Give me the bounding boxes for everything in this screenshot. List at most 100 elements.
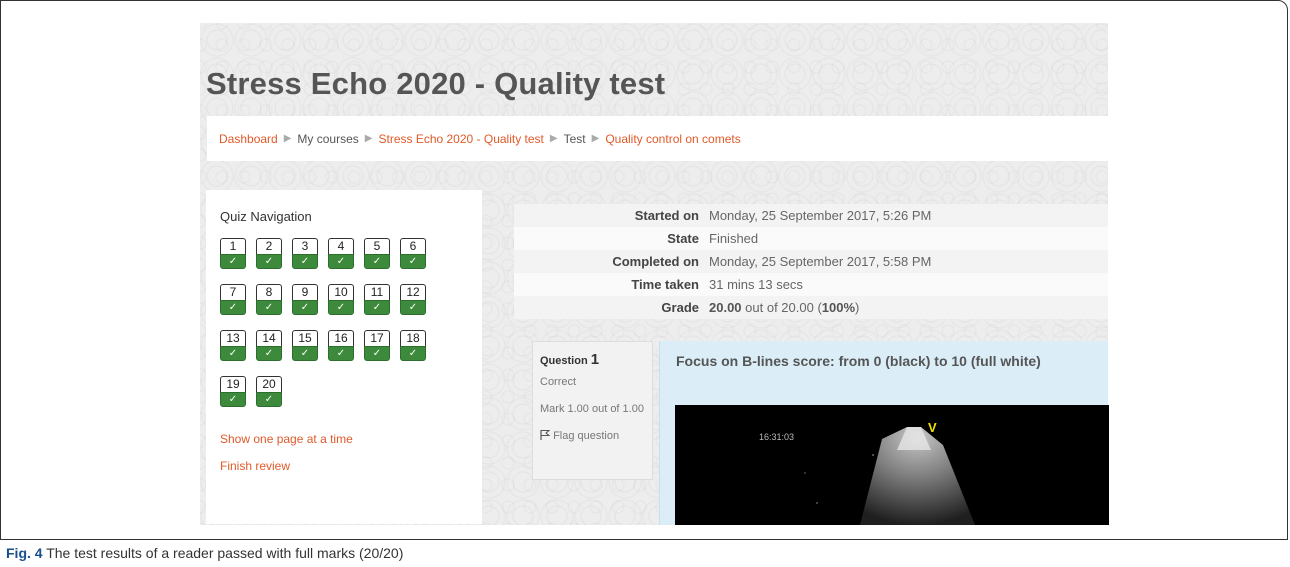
summary-row: Started on Monday, 25 September 2017, 5:… <box>514 204 1108 227</box>
grade-percent: 100% <box>821 300 856 315</box>
quiz-nav-button-3[interactable]: 3 ✓ <box>292 238 320 270</box>
breadcrumb-quiz[interactable]: Quality control on comets <box>605 132 740 146</box>
quiz-nav-number: 7 <box>220 284 246 300</box>
checkmark-icon: ✓ <box>256 300 282 315</box>
quiz-nav-number: 12 <box>400 284 426 300</box>
quiz-nav-number: 6 <box>400 238 426 254</box>
quiz-nav-button-15[interactable]: 15 ✓ <box>292 330 320 362</box>
quiz-nav-number: 20 <box>256 376 282 392</box>
checkmark-icon: ✓ <box>220 346 246 361</box>
quiz-nav-number: 3 <box>292 238 318 254</box>
breadcrumb-separator-icon: ▶ <box>283 133 292 144</box>
breadcrumb-course[interactable]: Stress Echo 2020 - Quality test <box>378 132 543 146</box>
summary-row: Time taken 31 mins 13 secs <box>514 273 1108 296</box>
question-status: Correct <box>540 376 577 388</box>
summary-value: Monday, 25 September 2017, 5:26 PM <box>704 204 1108 227</box>
quiz-nav-button-14[interactable]: 14 ✓ <box>256 330 284 362</box>
checkmark-icon: ✓ <box>400 346 426 361</box>
summary-label: Started on <box>514 204 704 227</box>
quiz-navigation-block: Quiz Navigation 1 ✓ 2 ✓ 3 ✓ 4 ✓ 5 ✓ 6 ✓ 7 ✓ 8 ✓ 9 ✓ 10 ✓ 11 ✓… <box>206 190 482 524</box>
echo-timestamp: 16:31:03 <box>759 432 795 442</box>
quiz-nav-number: 13 <box>220 330 246 346</box>
page-title: Stress Echo 2020 - Quality test <box>206 66 666 101</box>
quiz-nav-number: 5 <box>364 238 390 254</box>
quiz-nav-button-12[interactable]: 12 ✓ <box>400 284 428 316</box>
checkmark-icon: ✓ <box>256 254 282 269</box>
summary-label: State <box>514 227 704 250</box>
quiz-nav-button-2[interactable]: 2 ✓ <box>256 238 284 270</box>
checkmark-icon: ✓ <box>400 254 426 269</box>
flag-icon <box>540 430 551 440</box>
quiz-nav-number: 8 <box>256 284 282 300</box>
quiz-nav-button-1[interactable]: 1 ✓ <box>220 238 248 270</box>
flag-question-button[interactable]: Flag question <box>540 429 645 442</box>
quiz-navigation-title: Quiz Navigation <box>220 209 312 224</box>
quiz-nav-button-6[interactable]: 6 ✓ <box>400 238 428 270</box>
quiz-nav-number: 1 <box>220 238 246 254</box>
breadcrumb-separator-icon: ▶ <box>591 133 600 144</box>
grade-score: 20.00 <box>709 300 742 315</box>
quiz-nav-button-10[interactable]: 10 ✓ <box>328 284 356 316</box>
summary-value: 31 mins 13 secs <box>704 273 1108 296</box>
checkmark-icon: ✓ <box>256 392 282 407</box>
attempt-summary-table: Started on Monday, 25 September 2017, 5:… <box>514 204 1108 319</box>
quiz-nav-number: 11 <box>364 284 390 300</box>
quiz-nav-number: 14 <box>256 330 282 346</box>
summary-value: Monday, 25 September 2017, 5:58 PM <box>704 250 1108 273</box>
checkmark-icon: ✓ <box>292 300 318 315</box>
summary-label: Time taken <box>514 273 704 296</box>
question-number-value: 1 <box>590 351 600 368</box>
checkmark-icon: ✓ <box>220 300 246 315</box>
summary-row: State Finished <box>514 227 1108 250</box>
show-one-page-link[interactable]: Show one page at a time <box>220 432 353 446</box>
quiz-nav-button-8[interactable]: 8 ✓ <box>256 284 284 316</box>
breadcrumb-separator-icon: ▶ <box>364 133 373 144</box>
breadcrumb-my-courses: My courses <box>297 131 359 146</box>
echo-image: 16:31:03 V <box>675 405 1109 525</box>
quiz-nav-button-20[interactable]: 20 ✓ <box>256 376 284 408</box>
checkmark-icon: ✓ <box>256 346 282 361</box>
quiz-nav-number: 2 <box>256 238 282 254</box>
breadcrumb: Dashboard ▶ My courses ▶ Stress Echo 202… <box>207 116 1108 161</box>
quiz-nav-button-19[interactable]: 19 ✓ <box>220 376 248 408</box>
quiz-nav-number: 9 <box>292 284 318 300</box>
quiz-nav-button-4[interactable]: 4 ✓ <box>328 238 356 270</box>
quiz-nav-number: 16 <box>328 330 354 346</box>
quiz-nav-number: 19 <box>220 376 246 392</box>
grade-close: ) <box>855 300 860 315</box>
summary-label: Completed on <box>514 250 704 273</box>
checkmark-icon: ✓ <box>292 346 318 361</box>
quiz-nav-number: 17 <box>364 330 390 346</box>
breadcrumb-dashboard[interactable]: Dashboard <box>219 132 278 146</box>
breadcrumb-test: Test <box>563 131 586 146</box>
figure-frame: Stress Echo 2020 - Quality test Dashboar… <box>0 0 1288 540</box>
quiz-nav-button-5[interactable]: 5 ✓ <box>364 238 392 270</box>
quiz-nav-button-7[interactable]: 7 ✓ <box>220 284 248 316</box>
quiz-nav-button-11[interactable]: 11 ✓ <box>364 284 392 316</box>
question-mark: Mark 1.00 out of 1.00 <box>540 403 644 415</box>
checkmark-icon: ✓ <box>400 300 426 315</box>
checkmark-icon: ✓ <box>220 392 246 407</box>
grade-value: 20.00 out of 20.00 (100%) <box>704 296 1108 319</box>
quiz-nav-button-13[interactable]: 13 ✓ <box>220 330 248 362</box>
checkmark-icon: ✓ <box>292 254 318 269</box>
quiz-nav-number: 10 <box>328 284 354 300</box>
grade-out-of: out of 20.00 ( <box>741 300 822 315</box>
quiz-nav-button-18[interactable]: 18 ✓ <box>400 330 428 362</box>
quiz-nav-number: 4 <box>328 238 354 254</box>
quiz-nav-button-17[interactable]: 17 ✓ <box>364 330 392 362</box>
quiz-nav-button-16[interactable]: 16 ✓ <box>328 330 356 362</box>
question-prefix: Question <box>540 355 588 367</box>
checkmark-icon: ✓ <box>364 346 390 361</box>
checkmark-icon: ✓ <box>328 346 354 361</box>
checkmark-icon: ✓ <box>364 300 390 315</box>
breadcrumb-separator-icon: ▶ <box>549 133 558 144</box>
checkmark-icon: ✓ <box>220 254 246 269</box>
summary-row-grade: Grade 20.00 out of 20.00 (100%) <box>514 296 1108 319</box>
quiz-nav-number: 18 <box>400 330 426 346</box>
finish-review-link[interactable]: Finish review <box>220 459 290 473</box>
echo-image-graphic <box>804 427 975 525</box>
figure-caption: Fig. 4 The test results of a reader pass… <box>6 545 403 561</box>
quiz-nav-button-9[interactable]: 9 ✓ <box>292 284 320 316</box>
caption-label: Fig. 4 <box>6 545 43 561</box>
